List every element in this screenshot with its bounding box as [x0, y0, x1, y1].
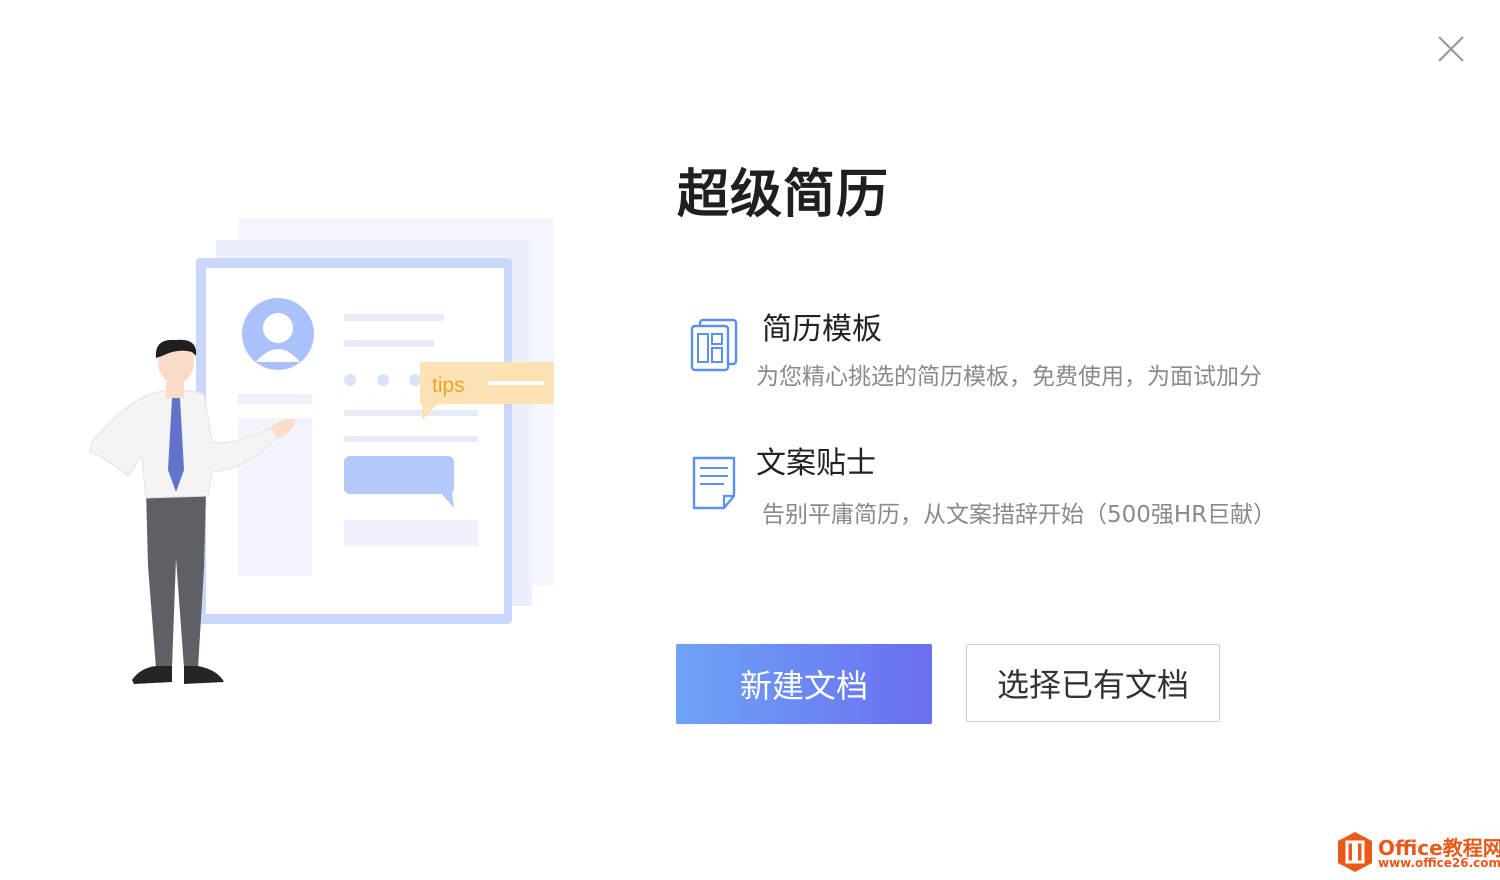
template-icon [688, 316, 740, 372]
close-icon [1438, 36, 1464, 62]
resume-illustration: tips [80, 210, 570, 700]
feature-description: 告别平庸简历，从文案措辞开始（500强HR巨献） [762, 502, 1277, 528]
feature-copywriting-tips: 文案贴士 告别平庸简历，从文案措辞开始（500强HR巨献） [688, 446, 1308, 534]
feature-description: 为您精心挑选的简历模板，免费使用，为面试加分 [756, 364, 1262, 390]
new-document-button[interactable]: 新建文档 [676, 644, 932, 724]
feature-name: 简历模板 [762, 312, 882, 347]
watermark-url: www.office26.com [1378, 856, 1500, 870]
page-title: 超级简历 [677, 165, 890, 225]
tips-label: tips [432, 374, 465, 397]
feature-resume-templates: 简历模板 为您精心挑选的简历模板，免费使用，为面试加分 [688, 312, 1308, 396]
open-existing-document-button[interactable]: 选择已有文档 [966, 644, 1220, 722]
office26-watermark: Office教程网 www.office26.com [1334, 830, 1500, 880]
office-logo-icon [1336, 830, 1374, 874]
document-icon [688, 454, 740, 510]
feature-name: 文案贴士 [756, 446, 876, 481]
close-button[interactable] [1432, 30, 1470, 68]
